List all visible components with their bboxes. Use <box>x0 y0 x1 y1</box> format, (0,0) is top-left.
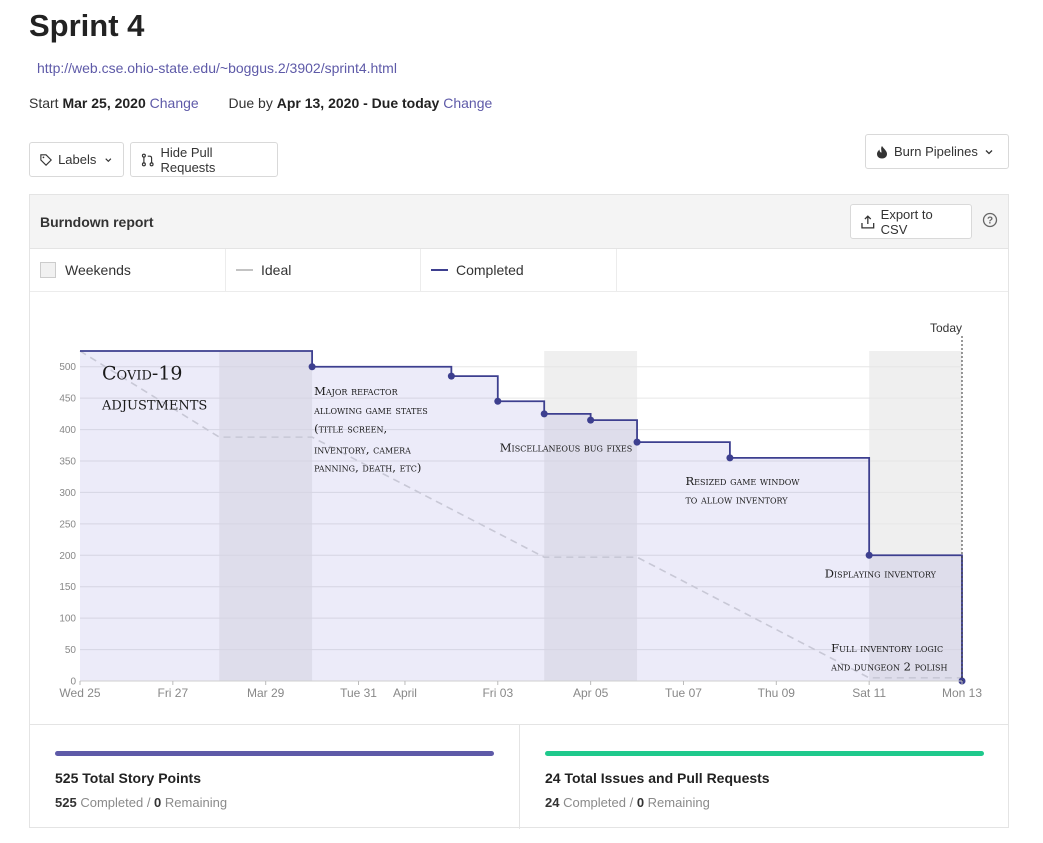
legend-completed-label: Completed <box>456 262 524 278</box>
y-tick-label: 200 <box>59 551 76 562</box>
story-points-completed-label: Completed <box>80 795 144 810</box>
issues-completed: 24 <box>545 795 560 810</box>
legend-weekends-label: Weekends <box>65 262 131 278</box>
chart-annotation: Covid-19 <box>102 362 183 384</box>
start-date: Mar 25, 2020 <box>62 95 146 111</box>
burn-pipelines-button[interactable]: Burn Pipelines <box>865 134 1009 169</box>
change-due-link[interactable]: Change <box>443 95 492 111</box>
page-title: Sprint 4 <box>29 8 145 43</box>
completed-point <box>865 551 873 559</box>
export-csv-button[interactable]: Export to CSV <box>850 204 972 239</box>
completed-point <box>447 372 455 380</box>
sprint-dates: Start Mar 25, 2020 Change Due by Apr 13,… <box>29 95 492 111</box>
legend-completed[interactable]: Completed <box>421 249 617 291</box>
legend-ideal[interactable]: Ideal <box>226 249 421 291</box>
story-points-progress-bar <box>55 751 494 756</box>
y-tick-label: 400 <box>59 425 76 436</box>
story-points-completed: 525 <box>55 795 77 810</box>
y-tick-label: 450 <box>59 394 76 405</box>
chart-annotation: adjustments <box>101 392 207 414</box>
story-points-title: 525 Total Story Points <box>55 770 201 786</box>
legend-weekends[interactable]: Weekends <box>30 249 226 291</box>
svg-text:?: ? <box>987 216 993 227</box>
change-start-link[interactable]: Change <box>150 95 199 111</box>
chevron-down-icon <box>985 149 993 154</box>
chart-annotation: and dungeon 2 polish <box>830 659 947 673</box>
story-points-remaining: 0 <box>154 795 162 810</box>
chart-annotation: Displaying inventory <box>825 566 937 580</box>
y-tick-label: 350 <box>59 457 76 468</box>
hide-pull-requests-button[interactable]: Hide Pull Requests <box>130 142 278 177</box>
x-tick-label: Mon 13 <box>942 686 982 700</box>
completed-point <box>540 410 548 418</box>
chart-annotation: Resized game window <box>685 474 800 488</box>
y-tick-label: 50 <box>65 645 77 656</box>
y-tick-label: 500 <box>59 362 76 373</box>
y-tick-label: 250 <box>59 519 76 530</box>
chart-legend: Weekends Ideal Completed <box>30 249 1008 292</box>
x-tick-label: Tue 31 <box>340 686 377 700</box>
x-tick-label: April <box>393 686 417 700</box>
chart-annotation: Full inventory logic <box>831 641 943 655</box>
due-date: Apr 13, 2020 - Due today <box>276 95 440 111</box>
export-csv-label: Export to CSV <box>880 206 933 237</box>
today-label: Today <box>930 321 962 335</box>
weekends-checkbox[interactable] <box>40 262 56 278</box>
x-tick-label: Mar 29 <box>247 686 285 700</box>
labels-button[interactable]: Labels <box>29 142 124 177</box>
fire-icon <box>877 145 887 158</box>
chart-annotation: to allow inventory <box>685 493 788 507</box>
legend-ideal-label: Ideal <box>261 262 292 278</box>
start-label: Start <box>29 95 59 111</box>
report-title: Burndown report <box>40 214 154 230</box>
y-tick-label: 150 <box>59 582 76 593</box>
chevron-down-icon <box>105 157 112 162</box>
report-header: Burndown report Export to CSV ? <box>30 195 1008 249</box>
x-tick-label: Fri 27 <box>157 686 188 700</box>
stats-row: 525 Total Story Points 525 Completed / 0… <box>30 724 1008 829</box>
stats-divider <box>519 725 520 829</box>
completed-line-swatch <box>431 269 448 271</box>
chart-annotation: inventory, camera <box>314 442 411 456</box>
issues-completed-label: Completed <box>563 795 626 810</box>
export-icon <box>861 214 875 228</box>
completed-point <box>633 438 641 446</box>
x-tick-label: Tue 07 <box>665 686 702 700</box>
chart-annotation: allowing game states <box>313 403 428 417</box>
completed-point <box>308 363 316 371</box>
x-tick-label: Apr 05 <box>573 686 609 700</box>
issues-progress-bar <box>545 751 984 756</box>
due-label: Due by <box>228 95 273 111</box>
chart-annotation: (title screen, <box>314 422 387 436</box>
story-points-remaining-label: Remaining <box>164 795 228 810</box>
hide-pull-requests-label: Hide Pull Requests <box>160 144 216 175</box>
completed-point <box>587 416 595 424</box>
labels-button-label: Labels <box>58 152 97 167</box>
issues-summary: 24 Completed / 0 Remaining <box>545 795 710 810</box>
x-tick-label: Sat 11 <box>852 686 886 700</box>
y-tick-label: 100 <box>59 614 76 625</box>
chart-annotation: Major refactor <box>314 384 399 398</box>
issues-remaining: 0 <box>636 795 645 810</box>
x-tick-label: Wed 25 <box>59 686 100 700</box>
issues-title: 24 Total Issues and Pull Requests <box>545 770 770 786</box>
tag-icon <box>40 153 52 166</box>
help-icon[interactable]: ? <box>982 212 998 228</box>
completed-point <box>494 397 502 405</box>
chart-annotation: panning, death, etc) <box>314 461 421 475</box>
pull-request-icon <box>141 153 154 166</box>
ideal-line-swatch <box>236 269 253 271</box>
x-tick-label: Thu 09 <box>758 686 796 700</box>
burndown-report-panel: Burndown report Export to CSV ? Weekends… <box>29 194 1009 829</box>
burn-pipelines-label: Burn Pipelines <box>894 144 978 159</box>
y-tick-label: 300 <box>59 488 76 499</box>
burndown-chart: Today 050100150200250300350400450500Wed … <box>59 321 982 700</box>
chart-annotation: Miscellaneous bug fixes <box>500 441 632 455</box>
story-points-summary: 525 Completed / 0 Remaining <box>55 795 228 810</box>
issues-remaining-label: Remaining <box>647 795 710 810</box>
completed-point <box>726 454 734 462</box>
sprint-url-link[interactable]: http://web.cse.ohio-state.edu/~boggus.2/… <box>37 60 397 76</box>
x-tick-label: Fri 03 <box>482 686 513 700</box>
